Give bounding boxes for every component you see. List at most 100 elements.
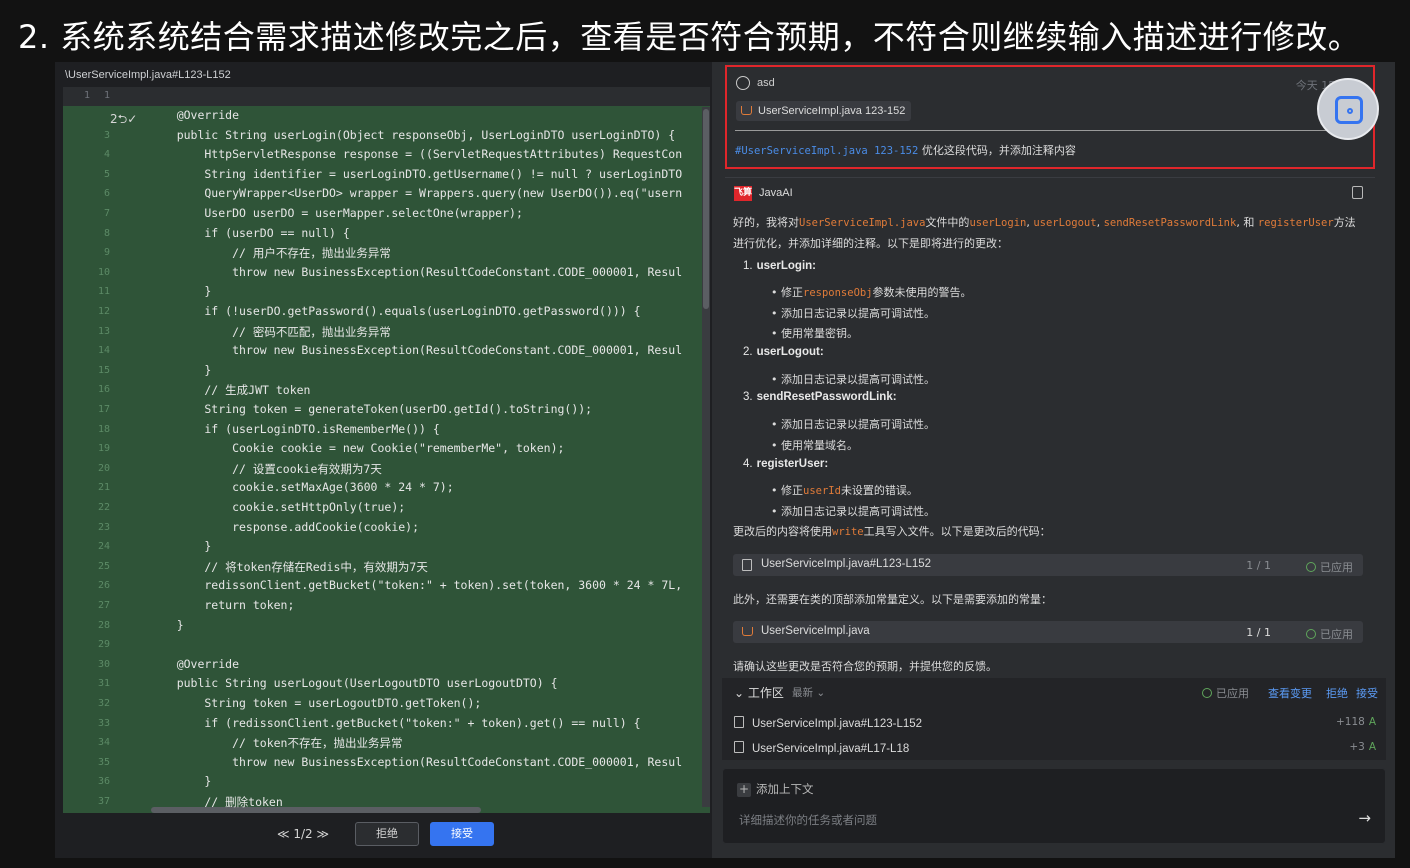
diff-code-area[interactable]: 1 1 2⮌✓ 3 @Override3 public String userL…	[63, 87, 710, 813]
line-number: 25	[97, 560, 110, 572]
add-context-button[interactable]: + 添加上下文	[737, 781, 814, 797]
code-line: UserDO userDO = userMapper.selectOne(wra…	[149, 206, 523, 220]
line-number: 30	[97, 658, 110, 670]
line-number: 8	[103, 227, 110, 239]
bullet: • 使用常量密钥。	[771, 327, 858, 340]
chip-label: UserServiceImpl.java 123-152	[758, 105, 906, 117]
revert-change-icon[interactable]: 2⮌✓	[110, 110, 137, 131]
line-number: 20	[97, 462, 110, 474]
scan-button[interactable]	[1317, 78, 1379, 140]
line-number: 35	[97, 756, 110, 768]
confirm-note: 请确认这些更改是否符合您的预期，并提供您的反馈。	[733, 660, 997, 673]
chat-input-box: + 添加上下文 →	[722, 768, 1386, 844]
workspace-file[interactable]: UserServiceImpl.java#L123-L152	[734, 715, 922, 730]
reject-link[interactable]: 拒绝	[1326, 685, 1348, 701]
diff-number: +3	[1349, 741, 1365, 753]
user-message-text: #UserServiceImpl.java 123-152 优化这段代码，并添加…	[735, 142, 1076, 158]
code-line: throw new BusinessException(ResultCodeCo…	[149, 343, 683, 358]
text: 文件中的	[925, 216, 970, 229]
accept-link[interactable]: 接受	[1356, 685, 1378, 701]
file-name: UserServiceImpl.java#L123-L152	[752, 718, 923, 730]
user-message-card: asd 今天 15:31 UserServiceImpl.java 123-15…	[725, 65, 1375, 169]
inline-code: userId	[803, 485, 841, 497]
line-number: 37	[97, 796, 110, 807]
inline-code: UserServiceImpl.java	[799, 217, 926, 229]
workspace-header: ⌄ 工作区 最新 ⌄ 已应用 查看变更 拒绝 接受	[722, 678, 1386, 704]
applied-status: 已应用	[1306, 559, 1353, 575]
ai-intro-line1: 好的，我将对UserServiceImpl.java文件中的userLogin,…	[733, 214, 1356, 230]
workspace-file[interactable]: UserServiceImpl.java#L17-L18	[734, 740, 909, 755]
inline-code: sendResetPasswordLink	[1103, 217, 1237, 229]
list-item-registeruser: 4. registerUser:	[743, 458, 828, 470]
view-changes-link[interactable]: 查看变更	[1268, 685, 1312, 701]
bullet: • 修正responseObj参数未使用的警告。	[771, 284, 972, 300]
diff-action-bar: ≪ 1/2 ≫ 拒绝 接受	[55, 814, 712, 858]
code-line: }	[149, 539, 212, 554]
scrollbar-thumb[interactable]	[703, 109, 709, 309]
code-line: cookie.setMaxAge(3600 * 24 * 7);	[149, 480, 454, 495]
added-tag: A	[1368, 741, 1376, 753]
extra-note: 此外，还需要在类的顶部添加常量定义。以下是需要添加的常量：	[733, 593, 1052, 606]
added-tag: A	[1368, 716, 1376, 728]
changed-file-row[interactable]: UserServiceImpl.java#L123-L152 1 / 1 已应用	[733, 554, 1363, 576]
code-line: Cookie cookie = new Cookie("rememberMe",…	[149, 441, 565, 456]
inline-code: write	[832, 526, 864, 538]
item-title: registerUser:	[756, 458, 829, 470]
chat-panel: asd 今天 15:31 UserServiceImpl.java 123-15…	[714, 62, 1395, 858]
list-item-sendresetpasswordlink: 3. sendResetPasswordLink:	[743, 391, 897, 403]
line-number: 12	[97, 306, 110, 317]
workspace-toggle[interactable]: ⌄ 工作区	[734, 684, 784, 701]
check-circle-icon	[1306, 629, 1316, 639]
code-line: String identifier = userLoginDTO.getUser…	[149, 166, 683, 181]
line-number: 29	[97, 639, 110, 651]
line-number: 24	[97, 541, 110, 553]
applied-status: 已应用	[1202, 685, 1249, 701]
bullet: • 添加日志记录以提高可调试性。	[771, 505, 935, 518]
item-title: userLogout:	[756, 346, 824, 358]
code-line: cookie.setHttpOnly(true);	[149, 500, 406, 514]
item-number: 1.	[743, 260, 753, 272]
diff-pager[interactable]: ≪ 1/2 ≫	[277, 827, 329, 841]
line-number: 4	[103, 149, 110, 161]
context-file-chip[interactable]: UserServiceImpl.java 123-152	[736, 101, 912, 121]
prompt-input[interactable]	[739, 813, 1319, 827]
line-number: 34	[97, 737, 110, 749]
text: ,	[1096, 216, 1104, 229]
reject-button[interactable]: 拒绝	[355, 822, 419, 846]
code-line: if (!userDO.getPassword().equals(userLog…	[149, 304, 641, 318]
item-number: 3.	[743, 391, 753, 403]
bullet: • 添加日志记录以提高可调试性。	[771, 418, 935, 431]
text: 更改后的内容将使用	[733, 525, 832, 538]
file-reference[interactable]: #UserServiceImpl.java 123-152	[735, 145, 918, 157]
message-body: 优化这段代码，并添加注释内容	[918, 144, 1076, 157]
line-number: 11	[97, 286, 110, 298]
status-text: 已应用	[1320, 628, 1353, 641]
sort-dropdown[interactable]: 最新 ⌄	[792, 685, 825, 700]
vertical-scrollbar[interactable]	[702, 107, 710, 807]
text: • 修正	[771, 484, 803, 497]
list-item-userlogout: 2. userLogout:	[743, 346, 824, 358]
item-title: userLogin:	[756, 260, 817, 272]
code-line: return token;	[149, 598, 295, 612]
line-number: 33	[97, 717, 110, 729]
code-line: public String userLogin(Object responseO…	[149, 127, 676, 142]
send-icon[interactable]: →	[1358, 809, 1371, 827]
line-number: 26	[97, 580, 110, 592]
changed-file-row[interactable]: UserServiceImpl.java 1 / 1 已应用	[733, 621, 1363, 643]
list-item-userlogin: 1. userLogin:	[743, 260, 816, 272]
code-line: QueryWrapper<UserDO> wrapper = Wrappers.…	[149, 186, 683, 201]
code-line: }	[149, 774, 212, 789]
text: 参数未使用的警告。	[872, 286, 972, 299]
java-cup-icon	[741, 106, 752, 115]
status-text: 已应用	[1216, 687, 1249, 700]
file-name: UserServiceImpl.java	[761, 625, 870, 637]
text: 好的，我将对	[733, 216, 799, 229]
file-icon	[734, 741, 744, 753]
file-icon	[734, 716, 744, 728]
accept-button[interactable]: 接受	[430, 822, 494, 846]
copy-icon[interactable]	[1352, 186, 1363, 199]
change-count: 1 / 1	[1246, 626, 1271, 639]
text: 未设置的错误。	[840, 484, 918, 497]
code-line: // 删除token	[149, 795, 283, 809]
item-title: sendResetPasswordLink:	[756, 391, 897, 403]
